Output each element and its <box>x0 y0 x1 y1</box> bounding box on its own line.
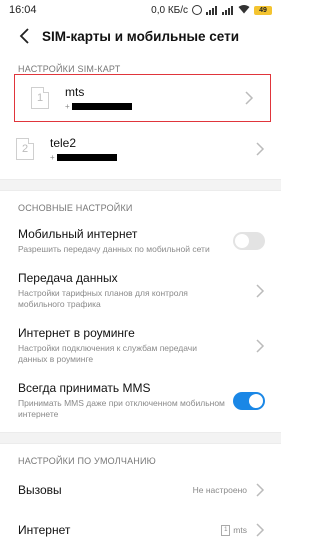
sim-card-icon: 1 <box>31 87 49 109</box>
mini-sim-icon: 1 <box>221 524 231 536</box>
setting-title: Интернет в роуминге <box>18 326 135 340</box>
setting-title: Всегда принимать MMS <box>18 381 151 395</box>
setting-subtitle: Принимать MMS даже при отключенном мобил… <box>18 398 225 419</box>
row-label: Интернет <box>18 523 71 537</box>
setting-data-transfer[interactable]: Передача данных Настройки тарифных плано… <box>0 263 281 318</box>
row-value: Не настроено <box>192 485 247 495</box>
divider <box>0 432 281 444</box>
divider <box>0 179 281 191</box>
chevron-right-icon <box>256 283 265 298</box>
setting-title: Передача данных <box>18 271 118 285</box>
mobile-internet-toggle[interactable] <box>233 232 265 250</box>
sim-card-icon: 2 <box>16 137 34 160</box>
chevron-right-icon <box>256 483 265 497</box>
row-value: mts <box>233 525 247 535</box>
page-title: SIM-карты и мобильные сети <box>41 28 240 44</box>
sim-row-2[interactable]: 2 tele2 + <box>0 124 281 173</box>
setting-mms[interactable]: Всегда принимать MMS Принимать MMS даже … <box>0 373 281 428</box>
chevron-right-icon <box>256 338 265 353</box>
network-speed: 0,0 КБ/с <box>151 4 188 16</box>
signal-icon <box>206 5 218 15</box>
setting-mobile-internet[interactable]: Мобильный интернет Разрешить передачу да… <box>0 219 281 263</box>
setting-subtitle: Настройки тарифных планов для контроля м… <box>18 288 188 309</box>
setting-roaming[interactable]: Интернет в роуминге Настройки подключени… <box>0 318 281 373</box>
status-bar: 16:04 0,0 КБ/с 49 <box>0 0 281 20</box>
chevron-right-icon <box>256 141 265 156</box>
sim-row-1[interactable]: 1 mts + <box>14 74 271 122</box>
default-section-header: НАСТРОЙКИ ПО УМОЛЧАНИЮ <box>18 456 156 466</box>
setting-title: Мобильный интернет <box>18 227 138 241</box>
setting-subtitle: Настройки подключения к службам передачи… <box>18 343 197 364</box>
sim-name: mts <box>65 85 85 99</box>
wifi-icon <box>238 4 250 17</box>
toggle-knob <box>249 393 263 408</box>
sim-section-header: НАСТРОЙКИ SIM-КАРТ <box>18 64 121 74</box>
setting-subtitle: Разрешить передачу данных по мобильной с… <box>18 244 210 254</box>
sim-name: tele2 <box>50 135 77 150</box>
status-time: 16:04 <box>9 4 37 16</box>
chevron-right-icon <box>256 523 265 537</box>
redacted-number <box>71 103 132 110</box>
sim-number-prefix: + <box>65 102 70 111</box>
signal-icon-2 <box>222 5 234 15</box>
default-calls-row[interactable]: Вызовы Не настроено <box>0 470 281 510</box>
back-arrow-icon[interactable] <box>16 27 34 45</box>
redacted-number <box>56 153 117 161</box>
sim-number-prefix: + <box>50 152 55 162</box>
battery-icon: 49 <box>254 5 272 15</box>
chevron-right-icon <box>245 91 254 105</box>
default-internet-row[interactable]: Интернет 1 mts <box>0 510 281 550</box>
basic-section-header: ОСНОВНЫЕ НАСТРОЙКИ <box>18 203 133 213</box>
alarm-icon <box>192 5 202 15</box>
row-label: Вызовы <box>18 483 62 497</box>
top-bar: SIM-карты и мобильные сети <box>0 20 281 52</box>
toggle-knob <box>235 234 249 248</box>
mms-toggle[interactable] <box>233 391 265 410</box>
